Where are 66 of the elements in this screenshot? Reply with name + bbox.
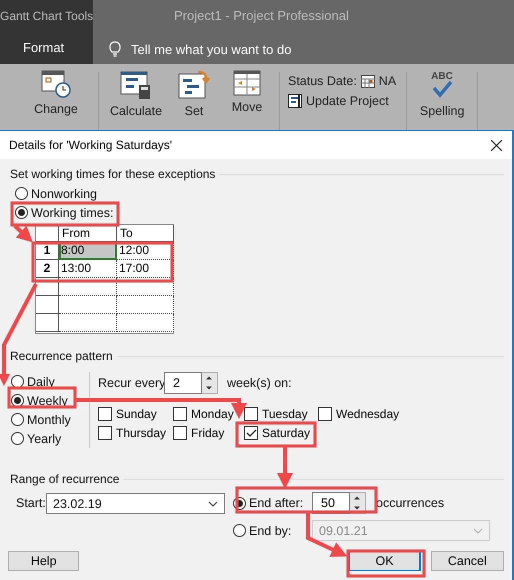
table-cell[interactable] [59, 314, 117, 332]
radio-button[interactable] [15, 187, 28, 200]
dialog-button[interactable]: Cancel [430, 551, 504, 571]
calculator-icon [120, 70, 152, 100]
start-date-field[interactable]: 23.02.19 [46, 493, 225, 514]
calendar-icon [360, 74, 375, 88]
ribbon-button[interactable]: Move [232, 100, 262, 114]
radio-button[interactable] [11, 413, 24, 426]
table-cell[interactable]: 13:00 [59, 260, 117, 278]
check-icon [246, 428, 256, 438]
radio-button[interactable] [11, 375, 24, 388]
day-checkbox[interactable]: Thursday [98, 425, 173, 441]
occurrences-label: occurrences [376, 496, 444, 510]
section-title: Set working times for these exceptions [10, 167, 216, 181]
ribbon-button[interactable]: Update Project [306, 94, 389, 108]
update-project-icon [288, 94, 302, 108]
radio-label[interactable]: Daily [27, 374, 55, 388]
day-checkbox[interactable]: Tuesday [244, 406, 318, 422]
day-checkbox[interactable]: Wednesday [318, 406, 428, 422]
baseline-icon [178, 70, 210, 100]
ribbon-button[interactable]: Set [184, 104, 204, 118]
radio-label[interactable]: Nonworking [31, 186, 98, 200]
day-checkbox[interactable]: Saturday [244, 425, 318, 441]
radio-button[interactable] [233, 524, 246, 537]
radio-button[interactable] [11, 394, 24, 407]
day-checkbox[interactable]: Monday [173, 406, 244, 422]
arrow [14, 224, 33, 242]
radio-button[interactable] [11, 432, 24, 445]
dialog-title: Details for 'Working Saturdays' [9, 138, 172, 152]
radio-label[interactable]: End after: [249, 496, 304, 510]
ribbon-button[interactable]: Change [34, 102, 78, 116]
table-cell[interactable] [59, 296, 117, 314]
radio-label[interactable]: Weekly [27, 394, 68, 408]
lightbulb-icon[interactable] [109, 41, 121, 57]
ribbon-button[interactable]: Spelling [420, 104, 464, 118]
context-tab-group: Gantt Chart Tools [0, 0, 93, 34]
status-date-value[interactable]: NA [378, 74, 396, 88]
close-icon[interactable] [491, 140, 502, 150]
day-checkbox[interactable]: Friday [173, 425, 244, 441]
table-cell[interactable] [117, 296, 174, 314]
highlight-frame [8, 386, 76, 408]
calendar-clock-icon [41, 70, 71, 98]
tell-me-field[interactable]: Tell me what you want to do [131, 42, 292, 56]
start-label: Start: [15, 496, 46, 512]
table-cell[interactable] [117, 314, 174, 332]
unit-label: week(s) on: [227, 376, 292, 390]
ribbon-tab[interactable]: Format [0, 34, 93, 64]
arrow [277, 446, 293, 489]
section-title: Recurrence pattern [10, 349, 113, 363]
radio-label[interactable]: Working times: [31, 206, 114, 220]
day-checkbox[interactable]: Sunday [98, 406, 173, 422]
radio-label[interactable]: Monthly [27, 412, 71, 426]
interval-field[interactable]: 2 [164, 372, 202, 394]
table-cell[interactable]: 17:00 [117, 260, 174, 278]
move-icon [233, 70, 261, 96]
radio-label[interactable]: Yearly [27, 432, 62, 446]
dialog-button[interactable]: Help [8, 551, 80, 571]
column-header: From [59, 225, 117, 242]
window-title: Project1 - Project Professional [173, 7, 350, 25]
recur-label: Recur every [98, 376, 164, 390]
column-header: To [117, 225, 174, 242]
status-date-label: Status Date: [288, 74, 357, 88]
ribbon-button[interactable]: Calculate [110, 104, 162, 118]
section-title: Range of recurrence [10, 472, 120, 486]
radio-label[interactable]: End by: [249, 524, 292, 538]
radio-button[interactable] [15, 206, 28, 219]
